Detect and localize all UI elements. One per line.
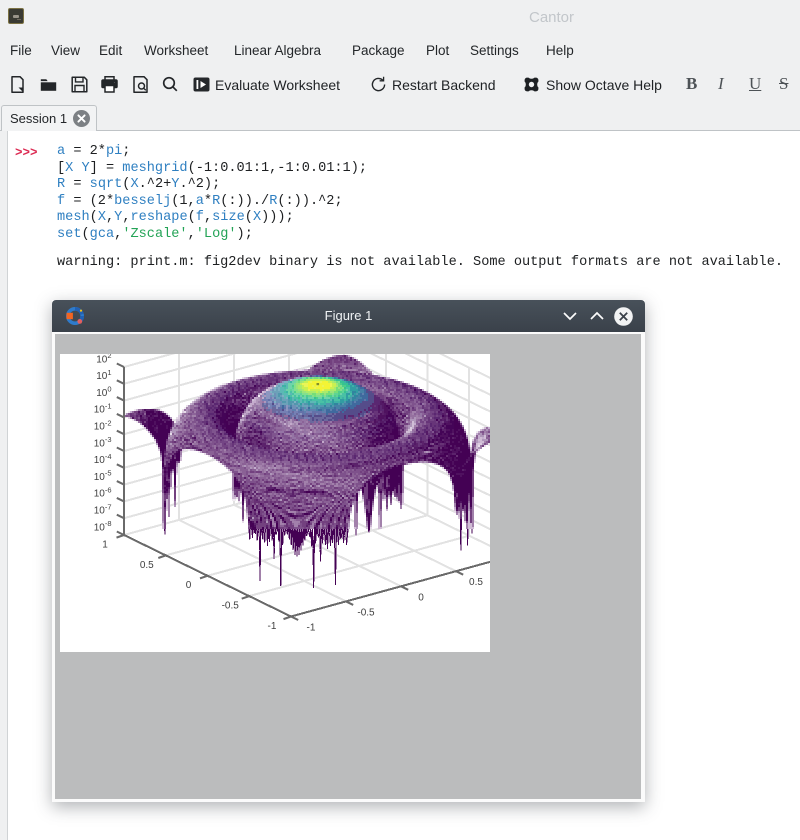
svg-text:0: 0 [186, 580, 192, 591]
svg-text:10-5: 10-5 [94, 469, 112, 483]
svg-text:10-1: 10-1 [94, 402, 112, 416]
svg-text:0: 0 [418, 592, 424, 603]
svg-text:0.5: 0.5 [140, 560, 154, 571]
svg-text:102: 102 [96, 354, 111, 365]
svg-text:10-3: 10-3 [94, 435, 112, 449]
svg-text:-0.5: -0.5 [222, 601, 240, 612]
svg-text:100: 100 [96, 385, 111, 399]
svg-text:1: 1 [102, 540, 108, 551]
svg-text:-0.5: -0.5 [357, 607, 375, 618]
svg-text:0.5: 0.5 [469, 577, 483, 588]
svg-text:10-2: 10-2 [94, 418, 112, 432]
svg-text:10-4: 10-4 [94, 452, 112, 466]
svg-text:101: 101 [96, 368, 111, 382]
svg-text:10-8: 10-8 [94, 519, 112, 533]
svg-text:-1: -1 [307, 623, 316, 634]
svg-text:10-6: 10-6 [94, 486, 112, 500]
svg-text:-1: -1 [268, 621, 277, 632]
svg-text:10-7: 10-7 [94, 502, 112, 516]
